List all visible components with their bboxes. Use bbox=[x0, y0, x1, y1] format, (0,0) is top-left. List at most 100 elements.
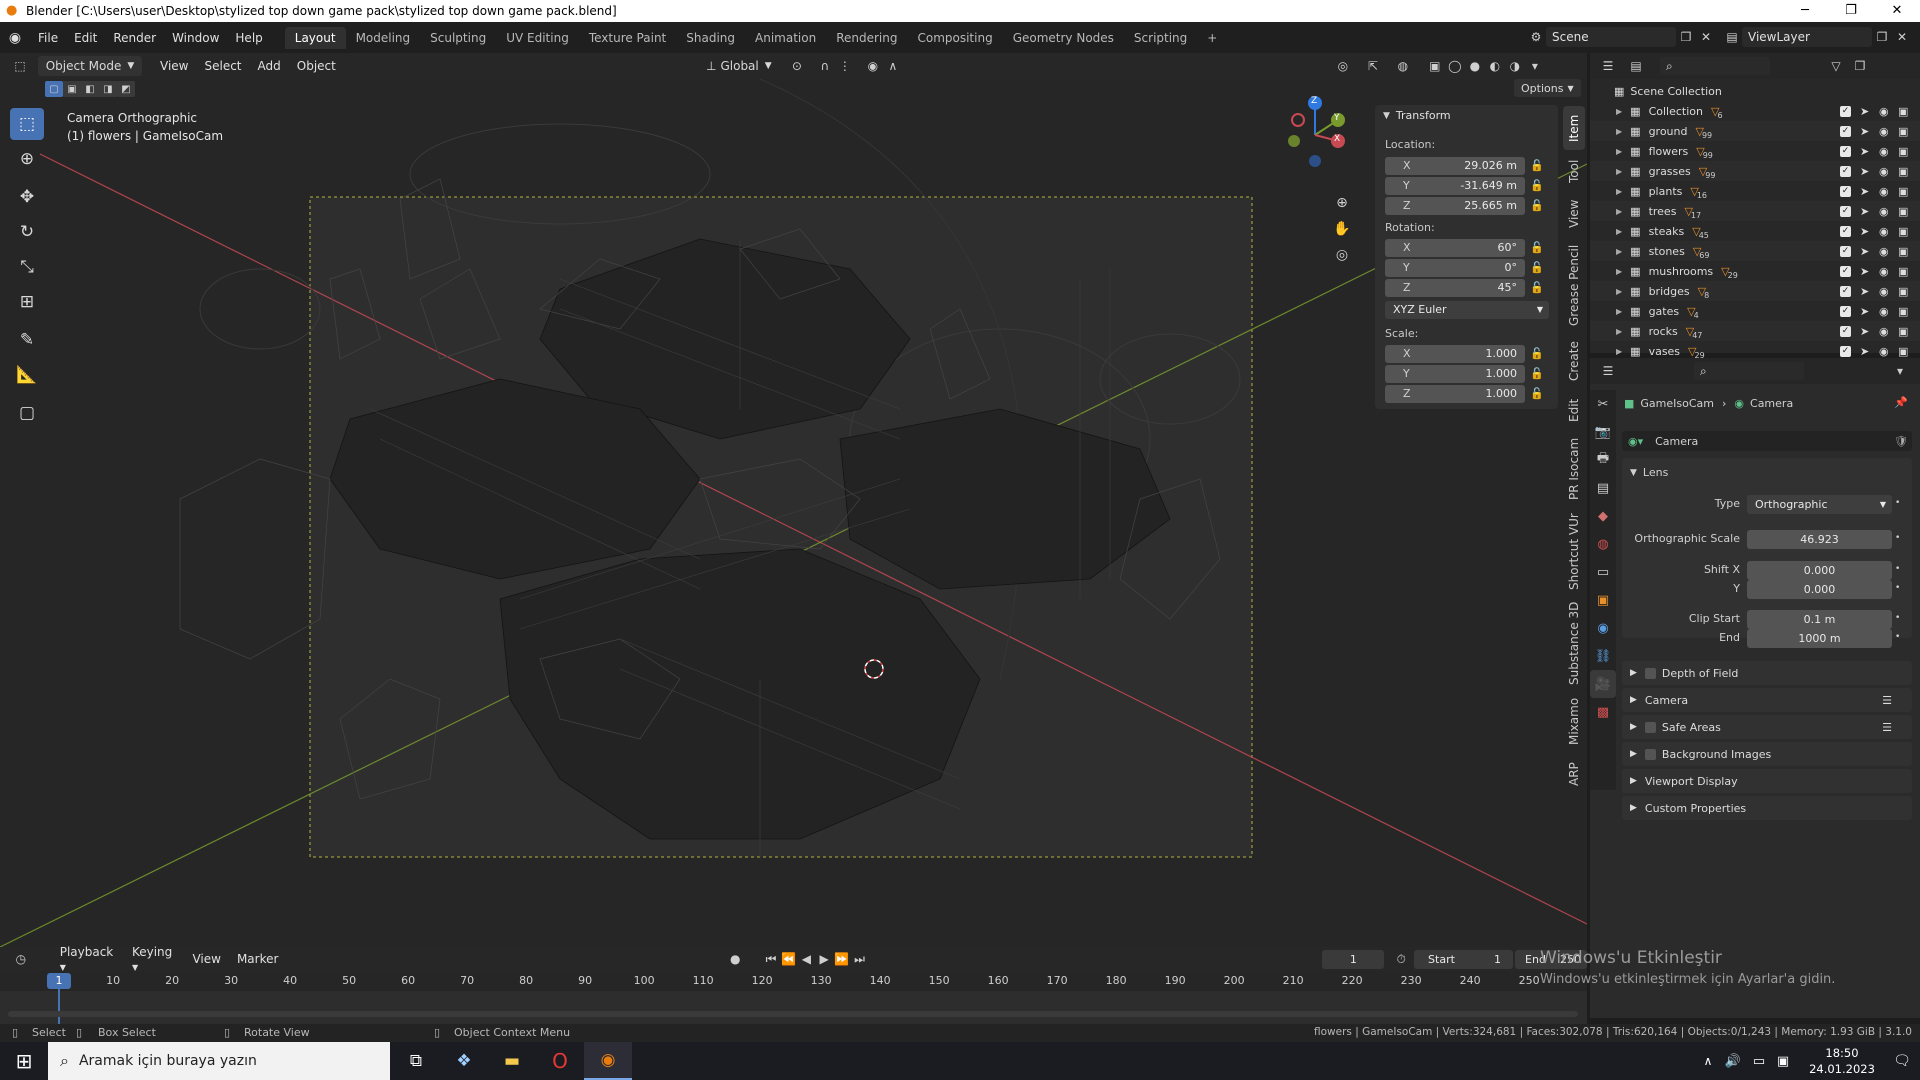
move-tool-icon[interactable]: ✥ bbox=[10, 181, 44, 213]
keyframe-dot-icon[interactable]: • bbox=[1895, 498, 1900, 508]
outliner-row[interactable]: ▶ ▦ flowers ▽ 99 ✓ ➤ ◉ ▣ bbox=[1590, 141, 1920, 161]
selectable-arrow-icon[interactable]: ➤ bbox=[1860, 105, 1869, 118]
render-camera-icon[interactable]: ▣ bbox=[1898, 105, 1908, 118]
falloff-icon[interactable]: ∧ bbox=[883, 56, 903, 76]
outliner-row[interactable]: ▶ ▦ rocks ▽ 47 ✓ ➤ ◉ ▣ bbox=[1590, 321, 1920, 341]
current-frame-field[interactable]: 1 bbox=[1322, 949, 1385, 969]
playback-menu[interactable]: Playback ▼ bbox=[52, 945, 124, 973]
side-tab-shortcut-vur[interactable]: Shortcut VUr bbox=[1563, 510, 1585, 594]
proportional-edit-icon[interactable]: ◉ bbox=[863, 56, 883, 76]
wireframe-shading-icon[interactable]: ◯ bbox=[1445, 56, 1465, 76]
exclude-checkbox[interactable]: ✓ bbox=[1840, 305, 1851, 317]
outliner-row[interactable]: ▶ ▦ mushrooms ▽ 29 ✓ ➤ ◉ ▣ bbox=[1590, 261, 1920, 281]
vp-menu-select[interactable]: Select bbox=[196, 59, 249, 73]
exclude-checkbox[interactable]: ✓ bbox=[1840, 185, 1851, 197]
collection-tab-icon[interactable]: ▭ bbox=[1590, 558, 1616, 586]
expand-arrow-icon[interactable]: ▶ bbox=[1616, 127, 1622, 136]
view-layer-tab-icon[interactable]: ▤ bbox=[1590, 474, 1616, 502]
tab-texture-paint[interactable]: Texture Paint bbox=[579, 27, 676, 49]
render-camera-icon[interactable]: ▣ bbox=[1898, 225, 1908, 238]
render-camera-icon[interactable]: ▣ bbox=[1898, 205, 1908, 218]
scene-tab-icon[interactable]: ◆ bbox=[1590, 502, 1616, 530]
select-subtract-icon[interactable]: ◧ bbox=[81, 81, 99, 97]
camera-panel[interactable]: ▶ Camera ☰ bbox=[1622, 688, 1912, 712]
tab-rendering[interactable]: Rendering bbox=[826, 27, 907, 49]
timeline-scrollbar[interactable] bbox=[8, 1011, 1578, 1017]
expand-arrow-icon[interactable]: ▶ bbox=[1616, 227, 1622, 236]
exclude-checkbox[interactable]: ✓ bbox=[1840, 105, 1851, 117]
outliner-row[interactable]: ▶ ▦ trees ▽ 17 ✓ ➤ ◉ ▣ bbox=[1590, 201, 1920, 221]
pan-hand-icon[interactable]: ✋ bbox=[1332, 219, 1352, 239]
tab-compositing[interactable]: Compositing bbox=[907, 27, 1002, 49]
filter-icon[interactable]: ▽ bbox=[1826, 56, 1846, 76]
keyframe-dot-icon[interactable]: • bbox=[1895, 564, 1900, 574]
background-images-checkbox[interactable] bbox=[1644, 748, 1656, 760]
exclude-checkbox[interactable]: ✓ bbox=[1840, 125, 1851, 137]
lock-icon[interactable]: 🔓 bbox=[1529, 385, 1545, 403]
expand-arrow-icon[interactable]: ▶ bbox=[1616, 247, 1622, 256]
keyframe-dot-icon[interactable]: • bbox=[1895, 613, 1900, 623]
location-z-field[interactable]: Z 25.665 m bbox=[1385, 197, 1525, 215]
tab-scripting[interactable]: Scripting bbox=[1124, 27, 1197, 49]
render-camera-icon[interactable]: ▣ bbox=[1898, 185, 1908, 198]
jump-start-icon[interactable]: ⏮ bbox=[762, 949, 780, 969]
vp-menu-add[interactable]: Add bbox=[250, 59, 289, 73]
pivot-icon[interactable]: ⊙ bbox=[787, 56, 807, 76]
tab-modeling[interactable]: Modeling bbox=[346, 27, 421, 49]
expand-arrow-icon[interactable]: ▶ bbox=[1616, 207, 1622, 216]
outliner-row[interactable]: ▶ ▦ grasses ▽ 99 ✓ ➤ ◉ ▣ bbox=[1590, 161, 1920, 181]
location-x-field[interactable]: X 29.026 m bbox=[1385, 157, 1525, 175]
transform-tool-icon[interactable]: ⊞ bbox=[10, 286, 44, 318]
eye-icon[interactable]: ◉ bbox=[1879, 345, 1889, 358]
jump-keyframe-back-icon[interactable]: ⏪ bbox=[780, 949, 798, 969]
stopwatch-icon[interactable]: ⏱ bbox=[1392, 949, 1410, 969]
rotation-z-field[interactable]: Z 45° bbox=[1385, 279, 1525, 297]
python-app-icon[interactable]: ❖ bbox=[440, 1042, 488, 1080]
outliner-row[interactable]: ▶ ▦ steaks ▽ 45 ✓ ➤ ◉ ▣ bbox=[1590, 221, 1920, 241]
exclude-checkbox[interactable]: ✓ bbox=[1840, 325, 1851, 337]
jump-end-icon[interactable]: ⏭ bbox=[851, 949, 869, 969]
lock-icon[interactable]: 🔓 bbox=[1529, 365, 1545, 383]
output-tab-icon[interactable]: 🖶 bbox=[1590, 446, 1616, 474]
keying-menu[interactable]: Keying ▼ bbox=[124, 945, 185, 973]
timeline-editor-icon[interactable]: ◷ bbox=[12, 949, 30, 969]
exclude-checkbox[interactable]: ✓ bbox=[1840, 225, 1851, 237]
exclude-checkbox[interactable]: ✓ bbox=[1840, 265, 1851, 277]
selectable-arrow-icon[interactable]: ➤ bbox=[1860, 205, 1869, 218]
editor-type-icon[interactable]: ⬚ bbox=[10, 56, 30, 76]
delete-scene-icon[interactable]: ✕ bbox=[1696, 27, 1716, 47]
keyframe-dot-icon[interactable]: • bbox=[1895, 533, 1900, 543]
zoom-icon[interactable]: ⊕ bbox=[1332, 193, 1352, 213]
keyframe-dot-icon[interactable]: • bbox=[1895, 632, 1900, 642]
render-camera-icon[interactable]: ▣ bbox=[1898, 305, 1908, 318]
scale-y-field[interactable]: Y 1.000 bbox=[1385, 365, 1525, 383]
select-invert-icon[interactable]: ◨ bbox=[99, 81, 117, 97]
side-tab-create[interactable]: Create bbox=[1563, 336, 1585, 386]
render-camera-icon[interactable]: ▣ bbox=[1898, 125, 1908, 138]
eye-icon[interactable]: ◉ bbox=[1879, 285, 1889, 298]
delete-viewlayer-icon[interactable]: ✕ bbox=[1892, 27, 1912, 47]
constraints-tab-icon[interactable]: ⛓ bbox=[1590, 642, 1616, 670]
select-extend-icon[interactable]: ▣ bbox=[63, 81, 81, 97]
properties-search-input[interactable]: ⌕ bbox=[1694, 362, 1804, 380]
outliner-row[interactable]: ▶ ▦ ground ▽ 99 ✓ ➤ ◉ ▣ bbox=[1590, 121, 1920, 141]
new-scene-icon[interactable]: ❐ bbox=[1676, 27, 1696, 47]
snap-magnet-icon[interactable]: ∩ bbox=[815, 56, 835, 76]
safe-areas-checkbox[interactable] bbox=[1644, 721, 1656, 733]
options-dropdown[interactable]: Options ▼ bbox=[1514, 79, 1581, 97]
selectable-arrow-icon[interactable]: ➤ bbox=[1860, 265, 1869, 278]
side-tab-grease-pencil[interactable]: Grease Pencil bbox=[1563, 240, 1585, 330]
scene-selector[interactable]: Scene bbox=[1546, 27, 1676, 47]
depth-of-field-panel[interactable]: ▶ Depth of Field bbox=[1622, 661, 1912, 685]
notifications-icon[interactable]: 🗨 bbox=[1884, 1042, 1920, 1080]
taskbar-search-box[interactable]: ⌕ Aramak için buraya yazın bbox=[48, 1042, 390, 1080]
expand-arrow-icon[interactable]: ▶ bbox=[1616, 267, 1622, 276]
selectable-arrow-icon[interactable]: ➤ bbox=[1860, 125, 1869, 138]
render-camera-icon[interactable]: ▣ bbox=[1898, 165, 1908, 178]
auto-keying-icon[interactable]: ● bbox=[726, 949, 744, 969]
blender-menu-icon[interactable]: ◉ bbox=[0, 30, 30, 46]
expand-arrow-icon[interactable]: ▶ bbox=[1616, 287, 1622, 296]
blender-taskbar-icon[interactable]: ◉ bbox=[584, 1042, 632, 1080]
physics-tab-icon[interactable]: ◉ bbox=[1590, 614, 1616, 642]
safe-areas-panel[interactable]: ▶ Safe Areas ☰ bbox=[1622, 715, 1912, 739]
